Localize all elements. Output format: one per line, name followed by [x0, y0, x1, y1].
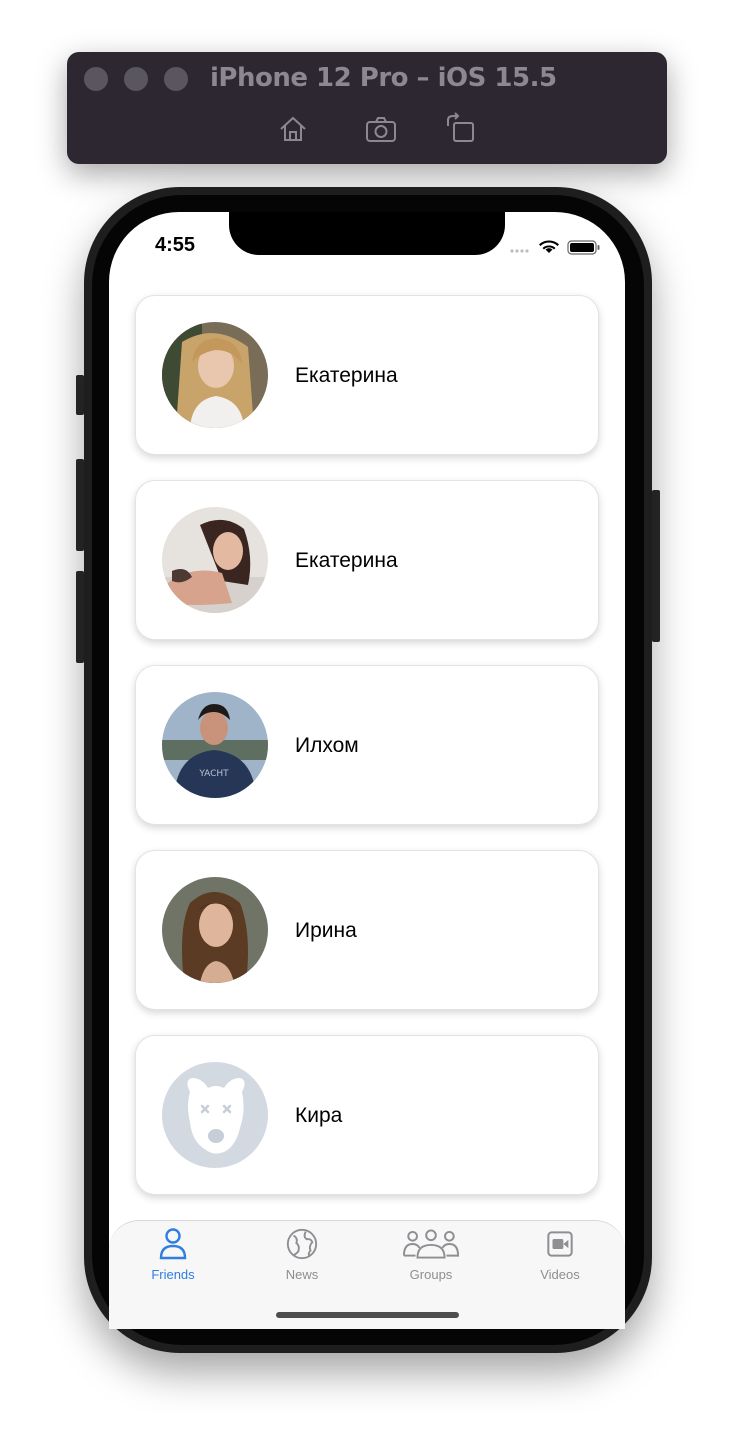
tab-label: Groups: [409, 1267, 453, 1282]
avatar: [162, 877, 268, 983]
photo-man-navy-shirt-avatar: YACHT: [162, 692, 268, 798]
tab-news[interactable]: News: [262, 1226, 342, 1286]
minimize-window-button[interactable]: [124, 67, 148, 91]
avatar: YACHT: [162, 692, 268, 798]
friend-card[interactable]: YACHT Илхом: [135, 665, 599, 825]
friend-name: Екатерина: [295, 364, 398, 387]
notch: [229, 212, 505, 255]
mute-switch: [76, 375, 84, 415]
volume-up-button: [76, 459, 84, 551]
group-icon: [402, 1229, 460, 1259]
tab-label: Friends: [151, 1267, 195, 1282]
tab-groups[interactable]: Groups: [391, 1226, 471, 1286]
friend-card[interactable]: Екатерина: [135, 480, 599, 640]
battery-icon: [567, 240, 600, 255]
photo-woman-long-hair-avatar: [162, 877, 268, 983]
friend-name: Екатерина: [295, 549, 398, 572]
default-dog-placeholder-icon: [162, 1062, 268, 1168]
person-icon: [159, 1228, 187, 1260]
photo-blonde-woman-avatar: [162, 322, 268, 428]
zoom-window-button[interactable]: [164, 67, 188, 91]
globe-icon: [286, 1228, 318, 1260]
friend-name: Илхом: [295, 734, 359, 757]
avatar: [162, 507, 268, 613]
tab-label: Videos: [540, 1267, 580, 1282]
screenshot-icon[interactable]: [364, 112, 398, 146]
status-time: 4:55: [155, 234, 196, 256]
signal-dots-icon: [510, 249, 529, 253]
photo-brunette-woman-avatar: [162, 507, 268, 613]
home-icon[interactable]: [276, 112, 310, 146]
avatar: [162, 322, 268, 428]
friend-name: Ирина: [295, 919, 357, 942]
friend-card[interactable]: Кира: [135, 1035, 599, 1195]
friend-card[interactable]: Ирина: [135, 850, 599, 1010]
power-button: [652, 490, 660, 642]
video-icon: [547, 1231, 573, 1257]
home-indicator[interactable]: [276, 1312, 459, 1318]
simulator-title: iPhone 12 Pro – iOS 15.5: [210, 63, 557, 93]
tab-label: News: [285, 1267, 319, 1282]
tab-videos[interactable]: Videos: [520, 1226, 600, 1286]
close-window-button[interactable]: [84, 67, 108, 91]
friend-card[interactable]: Екатерина: [135, 295, 599, 455]
friend-name: Кира: [295, 1104, 343, 1127]
status-icons: [510, 240, 600, 255]
tab-friends[interactable]: Friends: [133, 1226, 213, 1286]
wifi-icon: [539, 240, 559, 253]
svg-text:YACHT: YACHT: [198, 769, 229, 779]
rotate-icon[interactable]: [444, 112, 478, 146]
volume-down-button: [76, 571, 84, 663]
